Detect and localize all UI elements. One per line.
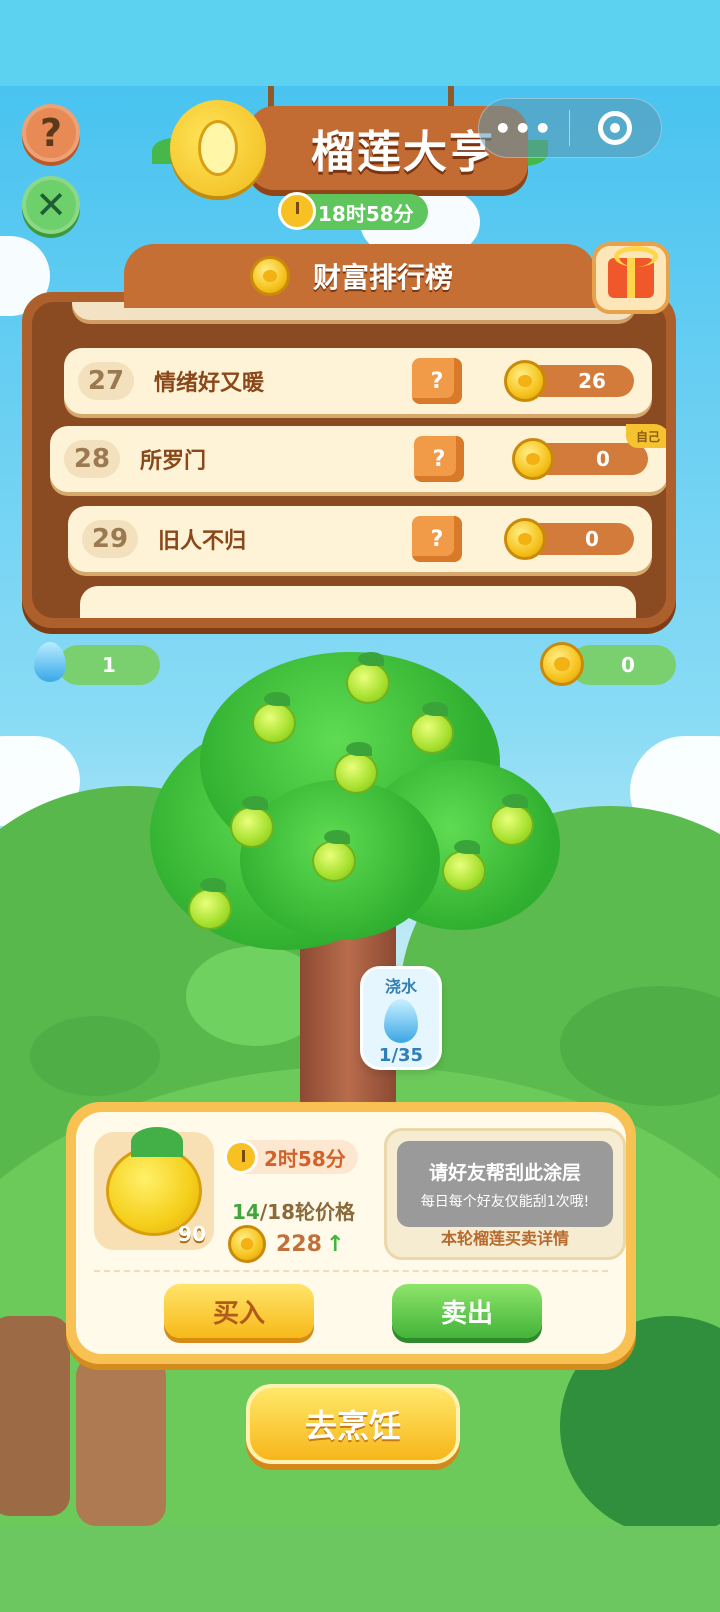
target-icon bbox=[598, 111, 633, 145]
price-round: 14/18轮价格 bbox=[232, 1196, 355, 1225]
leaderboard-row-self[interactable]: 28 所罗门 ? 0 自己 bbox=[50, 424, 666, 492]
round-timer-text: 18时58分 bbox=[318, 201, 414, 226]
scratch-title: 请好友帮刮此涂层 bbox=[428, 1161, 581, 1184]
coin-icon bbox=[504, 518, 546, 560]
rank-number: 29 bbox=[82, 520, 138, 558]
help-button[interactable]: ? bbox=[22, 104, 80, 162]
tree-stump bbox=[0, 1316, 70, 1516]
durian-fruit[interactable] bbox=[410, 702, 454, 754]
trade-details-link[interactable]: 本轮榴莲买卖详情 bbox=[387, 1225, 623, 1249]
trade-timer-text: 2时58分 bbox=[264, 1146, 346, 1171]
durian-fruit[interactable] bbox=[442, 840, 486, 892]
durian-inventory-card: 90 bbox=[94, 1127, 214, 1250]
water-drop-icon bbox=[384, 999, 418, 1043]
coin-icon bbox=[228, 1225, 266, 1263]
water-drop-icon bbox=[34, 642, 66, 682]
scratch-note: 每日每个好友仅能刮1次哦! bbox=[420, 1193, 590, 1210]
question-mark-icon: ? bbox=[39, 111, 63, 155]
score-value: 26 bbox=[578, 369, 606, 393]
score-value: 0 bbox=[596, 447, 610, 471]
clock-icon bbox=[224, 1140, 258, 1174]
trade-panel-body: 90 2时58分 14/18轮价格 228 ↑ 请好友帮刮此涂层 每日每个好友仅… bbox=[76, 1112, 626, 1354]
durian-fruit[interactable] bbox=[334, 742, 378, 794]
durian-fruit[interactable] bbox=[188, 878, 232, 930]
leaderboard-row-partial bbox=[80, 586, 636, 618]
price-value: 228 bbox=[276, 1231, 322, 1257]
coin-icon bbox=[512, 438, 554, 480]
durian-fruit[interactable] bbox=[312, 830, 356, 882]
rank-number: 28 bbox=[64, 440, 120, 478]
leaderboard-panel: 27 情绪好又暖 ? 26 28 所罗门 ? 0 自己 29 旧人不归 ? 0 bbox=[22, 292, 676, 628]
bush bbox=[30, 1016, 160, 1096]
durian-fruit[interactable] bbox=[230, 796, 274, 848]
water-tree-button[interactable]: 浇水 1/35 bbox=[360, 966, 442, 1070]
mini-program-capsule: ••• bbox=[478, 98, 662, 158]
go-cook-button[interactable]: 去烹饪 bbox=[246, 1384, 460, 1464]
scratch-card[interactable]: 请好友帮刮此涂层 每日每个好友仅能刮1次哦! 本轮榴莲买卖详情 bbox=[384, 1128, 626, 1260]
player-name: 所罗门 bbox=[140, 449, 207, 474]
leaderboard-list[interactable]: 27 情绪好又暖 ? 26 28 所罗门 ? 0 自己 29 旧人不归 ? 0 bbox=[32, 302, 666, 618]
leaderboard-row[interactable]: 27 情绪好又暖 ? 26 bbox=[64, 348, 652, 414]
coin-counter: 0 bbox=[570, 645, 676, 685]
current-round: 14 bbox=[232, 1200, 260, 1224]
durian-fruit[interactable] bbox=[346, 652, 390, 704]
durian-logo-icon bbox=[170, 100, 266, 196]
bottom-bar-area bbox=[0, 1526, 720, 1612]
durian-count: 90 bbox=[178, 1222, 206, 1246]
round-timer: 18时58分 bbox=[278, 192, 428, 230]
coin-icon bbox=[504, 360, 546, 402]
clock-icon bbox=[278, 192, 316, 230]
water-count: 1 bbox=[102, 653, 116, 677]
more-options-button[interactable]: ••• bbox=[479, 112, 569, 145]
durian-fruit[interactable] bbox=[490, 794, 534, 846]
coin-icon bbox=[540, 642, 584, 686]
game-title: 榴莲大亨 bbox=[311, 127, 495, 178]
status-bar-area bbox=[0, 0, 720, 86]
self-tag: 自己 bbox=[626, 424, 666, 448]
scratch-coating[interactable]: 请好友帮刮此涂层 每日每个好友仅能刮1次哦! bbox=[397, 1141, 613, 1227]
leaderboard-row[interactable]: 29 旧人不归 ? 0 bbox=[68, 506, 652, 572]
trade-panel: 90 2时58分 14/18轮价格 228 ↑ 请好友帮刮此涂层 每日每个好友仅… bbox=[66, 1102, 636, 1364]
close-button[interactable]: ✕ bbox=[22, 176, 80, 234]
water-tree-label: 浇水 bbox=[384, 977, 417, 996]
water-counter: 1 bbox=[58, 645, 160, 685]
close-icon: ✕ bbox=[35, 183, 67, 227]
buy-button[interactable]: 买入 bbox=[164, 1284, 314, 1338]
coin-icon bbox=[250, 256, 290, 296]
player-name: 情绪好又暖 bbox=[154, 371, 265, 396]
tree-stump bbox=[76, 1356, 166, 1526]
sell-button[interactable]: 卖出 bbox=[392, 1284, 542, 1338]
mystery-box-icon: ? bbox=[412, 516, 462, 562]
leaderboard-title: 财富排行榜 bbox=[312, 261, 453, 294]
round-total: /18轮价格 bbox=[259, 1200, 355, 1224]
leaderboard-header: 财富排行榜 bbox=[124, 244, 596, 308]
gift-button[interactable] bbox=[592, 242, 670, 314]
player-name: 旧人不归 bbox=[158, 529, 247, 554]
rank-number: 27 bbox=[78, 362, 134, 400]
mystery-box-icon: ? bbox=[414, 436, 464, 482]
mystery-box-icon: ? bbox=[412, 358, 462, 404]
score-value: 0 bbox=[585, 527, 599, 551]
divider bbox=[94, 1270, 608, 1272]
water-progress: 1/35 bbox=[378, 1045, 424, 1066]
exit-mini-program-button[interactable] bbox=[570, 111, 662, 145]
gift-icon bbox=[608, 246, 658, 298]
trade-timer: 2时58分 bbox=[224, 1140, 358, 1174]
price-up-icon: ↑ bbox=[325, 1231, 345, 1257]
durian-price: 228 ↑ bbox=[228, 1224, 344, 1264]
coin-count: 0 bbox=[621, 653, 635, 677]
durian-fruit[interactable] bbox=[252, 692, 296, 744]
